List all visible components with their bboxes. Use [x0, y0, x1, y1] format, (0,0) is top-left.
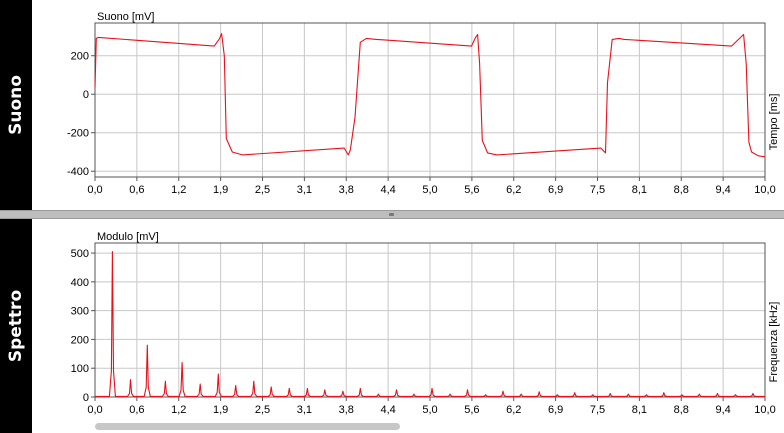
- spectrum-x-tick-label: 8,1: [632, 404, 647, 416]
- spectrum-y-tick-label: 300: [71, 306, 89, 318]
- spectrum-x-tick-label: 3,1: [297, 404, 312, 416]
- sound-x-tick-label: 7,5: [590, 184, 605, 196]
- spectrum-x-tick-label: 2,5: [255, 404, 270, 416]
- sound-x-tick-label: 8,8: [674, 184, 689, 196]
- spectrum-y-tick-label: 500: [71, 248, 89, 260]
- spectrum-y-tick-label: 100: [71, 363, 89, 375]
- spectrum-chart: 0,0 0,6 1,2 1,9 2,5 3,1 3,8 4,4 5,0 5,6 6,2 6,9 7,5 8…: [71, 231, 780, 416]
- sound-x-tick-label: 9,4: [715, 184, 730, 196]
- spectrum-x-tick-label: 5,0: [422, 404, 437, 416]
- sound-x-tick-label: 3,8: [339, 184, 354, 196]
- sound-x-tick-label: 3,1: [297, 184, 312, 196]
- splitter-grip-icon[interactable]: [389, 213, 394, 216]
- sound-y-axis-label: Suono [mV]: [97, 11, 154, 23]
- spectrum-x-tick-label: 6,9: [548, 404, 563, 416]
- sound-y-tick-label: 200: [71, 51, 89, 63]
- spectrum-x-tick-label: 8,8: [674, 404, 689, 416]
- sound-x-tick-label: 5,0: [422, 184, 437, 196]
- spectrum-x-tick-label: 9,4: [715, 404, 730, 416]
- spectrum-x-tick-label: 0,6: [129, 404, 144, 416]
- spectrum-x-tick-label: 1,2: [171, 404, 186, 416]
- horizontal-scrollbar[interactable]: [95, 421, 765, 431]
- sound-x-tick-label: 5,6: [464, 184, 479, 196]
- sound-y-tick-label: -400: [67, 166, 89, 178]
- sound-x-tick-label: 1,2: [171, 184, 186, 196]
- spectrum-x-tick-label: 5,6: [464, 404, 479, 416]
- spectrum-y-tick-label: 200: [71, 334, 89, 346]
- sound-y-tick-label: -200: [67, 128, 89, 140]
- spectrum-x-tick-label: 7,5: [590, 404, 605, 416]
- spectrum-x-tick-label: 1,9: [213, 404, 228, 416]
- spectrum-x-tick-label: 6,2: [506, 404, 521, 416]
- sound-x-tick-label: 4,4: [380, 184, 395, 196]
- spectrum-x-tick-label: 10,0: [754, 404, 775, 416]
- sound-x-tick-label: 10,0: [754, 184, 775, 196]
- spectrum-y-axis-label: Modulo [mV]: [97, 231, 159, 243]
- panel-splitter[interactable]: [0, 210, 784, 219]
- sound-y-tick-label: 0: [83, 89, 89, 101]
- spectrum-panel: Spettro 0,0 0,6 1,2 1,9 2,5 3,1 3,8 4,4 5,0 5,6 6,…: [0, 219, 784, 433]
- sound-x-tick-label: 0,6: [129, 184, 144, 196]
- spectrum-x-axis-label: Frequenza [kHz]: [768, 302, 780, 383]
- sound-panel: Suono 0,0 0,6 1,2 1,9 2,5 3,1 3,8 4,4 5,0 5,6 6,2 6…: [0, 0, 784, 210]
- spectrum-y-tick-label: 0: [83, 392, 89, 404]
- sound-chart: 0,0 0,6 1,2 1,9 2,5 3,1 3,8 4,4 5,0 5,6 6,2 6,9 7,5 8…: [67, 11, 780, 196]
- sound-x-tick-label: 8,1: [632, 184, 647, 196]
- spectrum-x-tick-label: 4,4: [380, 404, 395, 416]
- sound-x-tick-label: 0,0: [87, 184, 102, 196]
- sound-x-tick-label: 2,5: [255, 184, 270, 196]
- scrollbar-thumb[interactable]: [95, 423, 400, 430]
- spectrum-x-tick-label: 0,0: [87, 404, 102, 416]
- sound-x-axis-label: Tempo [ms]: [768, 94, 780, 151]
- spectrum-y-tick-label: 400: [71, 277, 89, 289]
- sound-x-tick-label: 1,9: [213, 184, 228, 196]
- spectrum-x-tick-label: 3,8: [339, 404, 354, 416]
- sound-x-tick-label: 6,9: [548, 184, 563, 196]
- sound-x-tick-label: 6,2: [506, 184, 521, 196]
